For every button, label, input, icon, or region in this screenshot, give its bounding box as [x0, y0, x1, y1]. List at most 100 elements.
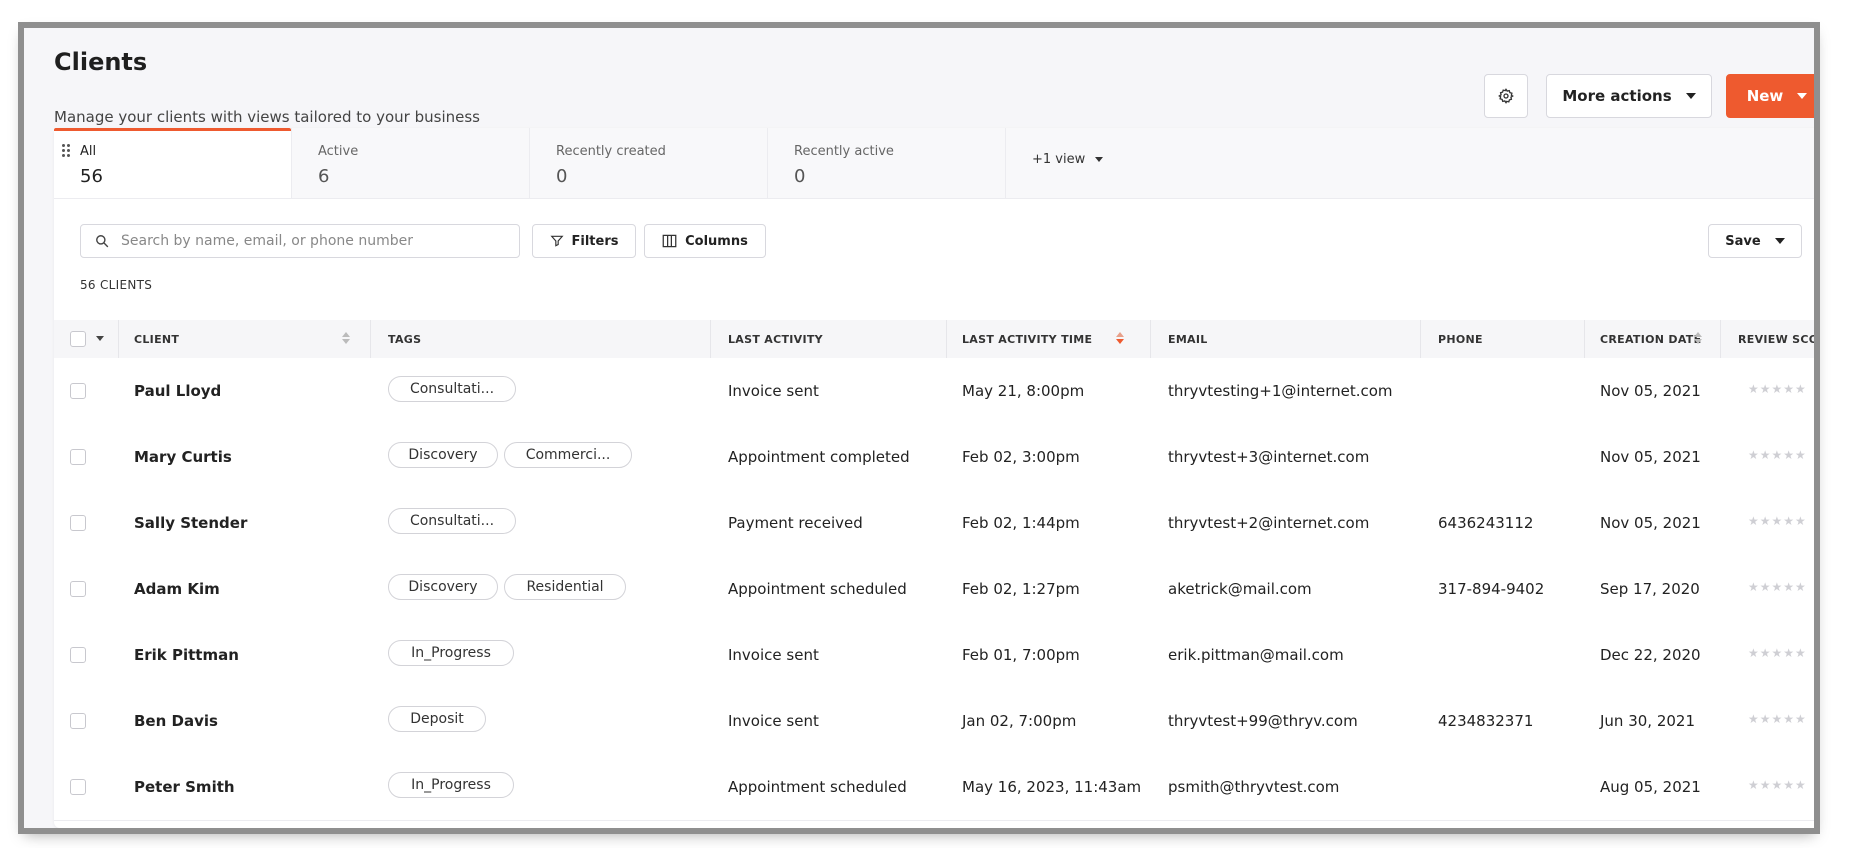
table-row[interactable]: Ben Davis Deposit Invoice sent Jan 02, 7…	[54, 688, 1814, 755]
app-window: Clients Manage your clients with views t…	[24, 28, 1814, 828]
tag-chip: Discovery	[388, 442, 498, 468]
email[interactable]: thryvtest+99@thryv.com	[1168, 712, 1358, 730]
row-checkbox[interactable]	[70, 713, 86, 729]
email[interactable]: thryvtest+3@internet.com	[1168, 448, 1369, 466]
table-row[interactable]: Peter Smith In_Progress Appointment sche…	[54, 754, 1814, 821]
tab-active[interactable]: Active 6	[292, 128, 530, 198]
last-activity: Appointment scheduled	[728, 580, 907, 598]
last-activity-time: May 21, 8:00pm	[962, 382, 1085, 400]
filter-icon	[549, 235, 564, 247]
table-header: CLIENT TAGS LAST ACTIVITY LAST ACTIVITY …	[54, 320, 1814, 359]
columns-icon	[662, 234, 677, 248]
bulk-select-dropdown-icon[interactable]	[96, 336, 104, 341]
new-label: New	[1746, 87, 1784, 105]
client-name[interactable]: Peter Smith	[134, 778, 235, 796]
last-activity: Payment received	[728, 514, 863, 532]
review-stars: ★★★★★	[1748, 712, 1807, 726]
table-row[interactable]: Adam Kim Discovery Residential Appointme…	[54, 556, 1814, 623]
client-name[interactable]: Adam Kim	[134, 580, 220, 598]
tab-label: Recently active	[794, 144, 894, 159]
last-activity: Appointment scheduled	[728, 778, 907, 796]
save-view-button[interactable]: Save	[1708, 224, 1802, 258]
review-stars: ★★★★★	[1748, 580, 1807, 594]
creation-date: Nov 05, 2021	[1600, 448, 1701, 466]
chevron-down-icon	[1685, 93, 1696, 99]
chevron-down-icon	[1797, 93, 1808, 99]
email[interactable]: thryvtest+2@internet.com	[1168, 514, 1369, 532]
column-header-tags[interactable]: TAGS	[388, 333, 421, 346]
more-actions-label: More actions	[1562, 87, 1672, 105]
more-views-label: +1 view	[1032, 152, 1086, 167]
page-subtitle: Manage your clients with views tailored …	[54, 108, 480, 126]
table-row[interactable]: Erik Pittman In_Progress Invoice sent Fe…	[54, 622, 1814, 689]
active-tab-indicator	[54, 128, 291, 131]
row-checkbox[interactable]	[70, 515, 86, 531]
tab-recently-created[interactable]: Recently created 0	[530, 128, 768, 198]
creation-date: Aug 05, 2021	[1600, 778, 1701, 796]
email[interactable]: aketrick@mail.com	[1168, 580, 1312, 598]
client-name[interactable]: Paul Lloyd	[134, 382, 221, 400]
tag-chip: Consultati...	[388, 376, 516, 402]
tag-chip: In_Progress	[388, 640, 514, 666]
phone: 317-894-9402	[1438, 580, 1545, 598]
page-title: Clients	[54, 48, 148, 76]
email[interactable]: thryvtesting+1@internet.com	[1168, 382, 1393, 400]
tab-all[interactable]: All 56	[54, 128, 292, 198]
row-checkbox[interactable]	[70, 449, 86, 465]
email[interactable]: erik.pittman@mail.com	[1168, 646, 1344, 664]
filters-button[interactable]: Filters	[532, 224, 636, 258]
phone: 4234832371	[1438, 712, 1534, 730]
settings-button[interactable]	[1484, 74, 1528, 118]
new-button[interactable]: New	[1726, 74, 1814, 118]
column-header-review-score[interactable]: REVIEW SCOR	[1738, 333, 1814, 346]
column-header-last-activity[interactable]: LAST ACTIVITY	[728, 333, 823, 346]
column-header-email[interactable]: EMAIL	[1168, 333, 1208, 346]
last-activity: Invoice sent	[728, 382, 819, 400]
chevron-down-icon	[1095, 157, 1104, 162]
row-checkbox[interactable]	[70, 779, 86, 795]
sort-icon[interactable]	[1694, 330, 1702, 346]
save-label: Save	[1725, 233, 1761, 249]
view-tabs: All 56 Active 6 Recently created 0 Recen…	[54, 128, 1814, 199]
creation-date: Dec 22, 2020	[1600, 646, 1701, 664]
search-box[interactable]	[80, 224, 520, 258]
column-header-phone[interactable]: PHONE	[1438, 333, 1483, 346]
columns-button[interactable]: Columns	[644, 224, 766, 258]
table-row[interactable]: Sally Stender Consultati... Payment rece…	[54, 490, 1814, 557]
more-actions-button[interactable]: More actions	[1546, 74, 1712, 118]
table-row[interactable]: Mary Curtis Discovery Commerci... Appoin…	[54, 424, 1814, 491]
column-header-creation-date[interactable]: CREATION DATE	[1600, 333, 1701, 346]
row-checkbox[interactable]	[70, 647, 86, 663]
client-name[interactable]: Ben Davis	[134, 712, 218, 730]
client-name[interactable]: Erik Pittman	[134, 646, 239, 664]
review-stars: ★★★★★	[1748, 514, 1807, 528]
column-header-client[interactable]: CLIENT	[134, 333, 179, 346]
clients-count: 56 CLIENTS	[80, 278, 153, 292]
review-stars: ★★★★★	[1748, 646, 1807, 660]
drag-handle-icon[interactable]	[62, 144, 72, 160]
sort-desc-icon[interactable]	[1116, 330, 1124, 346]
client-name[interactable]: Sally Stender	[134, 514, 247, 532]
column-header-last-activity-time[interactable]: LAST ACTIVITY TIME	[962, 333, 1092, 346]
last-activity: Invoice sent	[728, 646, 819, 664]
sort-icon[interactable]	[342, 330, 350, 346]
client-name[interactable]: Mary Curtis	[134, 448, 232, 466]
more-views-dropdown[interactable]: +1 view	[1032, 152, 1104, 167]
last-activity: Appointment completed	[728, 448, 910, 466]
row-checkbox[interactable]	[70, 581, 86, 597]
table-row[interactable]: Paul Lloyd Consultati... Invoice sent Ma…	[54, 358, 1814, 425]
creation-date: Nov 05, 2021	[1600, 514, 1701, 532]
tag-chip: Discovery	[388, 574, 498, 600]
page-header: Clients Manage your clients with views t…	[54, 48, 1814, 126]
tab-recently-active[interactable]: Recently active 0	[768, 128, 1006, 198]
tab-count: 0	[556, 166, 568, 187]
columns-label: Columns	[685, 233, 748, 249]
creation-date: Nov 05, 2021	[1600, 382, 1701, 400]
chevron-down-icon	[1774, 238, 1785, 244]
last-activity-time: Feb 01, 7:00pm	[962, 646, 1080, 664]
tag-chip: Consultati...	[388, 508, 516, 534]
email[interactable]: psmith@thryvtest.com	[1168, 778, 1339, 796]
select-all-checkbox[interactable]	[70, 331, 86, 347]
search-input[interactable]	[119, 232, 503, 250]
row-checkbox[interactable]	[70, 383, 86, 399]
